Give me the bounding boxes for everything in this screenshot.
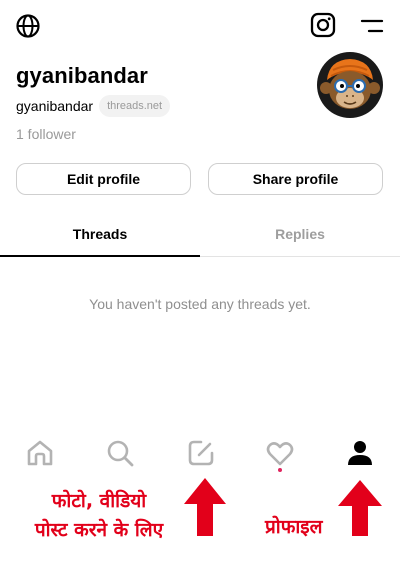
avatar[interactable] <box>317 52 383 118</box>
monkey-avatar-icon <box>317 52 383 118</box>
arrow-up-icon <box>338 480 382 536</box>
arrow-up-icon <box>184 478 226 536</box>
compose-annotation-line1: फोटो, वीडियो <box>51 490 147 512</box>
bottom-nav <box>0 430 400 480</box>
handle-row: gyanibandar threads.net <box>16 94 171 118</box>
share-profile-button[interactable]: Share profile <box>208 163 383 195</box>
compose-annotation: फोटो, वीडियो पोस्ट करने के लिए <box>14 487 184 545</box>
top-bar <box>0 0 400 52</box>
tab-replies[interactable]: Replies <box>200 212 400 256</box>
globe-icon[interactable] <box>15 13 41 39</box>
profile-tabs: Threads Replies <box>0 212 400 257</box>
menu-icon[interactable] <box>360 17 384 35</box>
home-icon[interactable] <box>25 438 55 468</box>
follower-count[interactable]: 1 follower <box>16 126 76 142</box>
heart-icon[interactable] <box>265 438 295 468</box>
profile-icon[interactable] <box>345 438 375 468</box>
instagram-icon[interactable] <box>310 12 336 38</box>
tab-threads[interactable]: Threads <box>0 212 200 256</box>
empty-state-message: You haven't posted any threads yet. <box>89 296 311 312</box>
edit-profile-button[interactable]: Edit profile <box>16 163 191 195</box>
profile-name: gyanibandar <box>16 63 148 88</box>
active-tab-indicator <box>0 255 200 257</box>
compose-icon[interactable] <box>186 438 216 468</box>
profile-annotation: प्रोफाइल <box>265 516 323 538</box>
compose-annotation-line2: पोस्ट करने के लिए <box>34 519 164 541</box>
profile-handle: gyanibandar <box>16 98 94 114</box>
search-icon[interactable] <box>105 438 135 468</box>
notification-dot <box>278 468 282 472</box>
domain-badge[interactable]: threads.net <box>99 95 171 117</box>
